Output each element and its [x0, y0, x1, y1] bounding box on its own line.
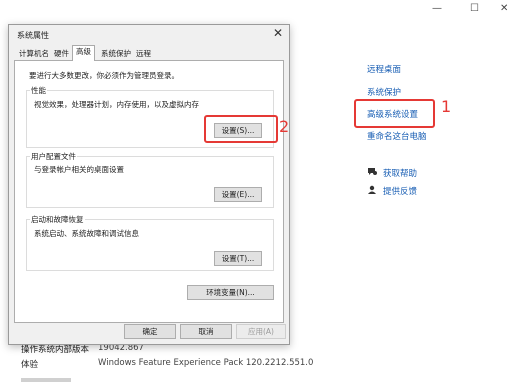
environment-variables-button[interactable]: 环境变量(N)...: [187, 285, 274, 300]
tab-system-protection[interactable]: 系统保护: [98, 48, 134, 60]
help-chat-icon: [367, 167, 378, 180]
ok-button[interactable]: 确定: [124, 324, 176, 339]
tab-hardware[interactable]: 硬件: [51, 48, 72, 60]
highlight-box-advanced-settings: [354, 99, 435, 128]
maximize-button[interactable]: ☐: [470, 3, 479, 14]
performance-title: 性能: [30, 85, 47, 96]
feedback-icon: [367, 185, 377, 198]
experience-label: 体验: [21, 360, 39, 370]
close-window-button[interactable]: ✕: [500, 3, 508, 14]
tab-computer-name[interactable]: 计算机名: [16, 48, 52, 60]
scroll-button-stub: [21, 378, 71, 382]
system-properties-dialog: 系统属性 ✕ 计算机名 硬件 高级 系统保护 远程 要进行大多数更改，你必须作为…: [8, 24, 290, 345]
link-system-protection[interactable]: 系统保护: [367, 86, 401, 98]
user-profiles-settings-button[interactable]: 设置(E)...: [214, 187, 262, 202]
annotation-marker-1: 1: [441, 97, 452, 116]
admin-note: 要进行大多数更改，你必须作为管理员登录。: [29, 71, 179, 80]
startup-recovery-settings-button[interactable]: 设置(T)...: [214, 251, 262, 266]
link-remote-desktop[interactable]: 远程桌面: [367, 63, 401, 75]
user-profiles-desc: 与登录帐户相关的桌面设置: [34, 165, 124, 174]
experience-value: Windows Feature Experience Pack 120.2212…: [98, 358, 314, 368]
startup-recovery-desc: 系统启动、系统故障和调试信息: [34, 229, 139, 238]
minimize-button[interactable]: —: [432, 3, 442, 14]
cancel-button[interactable]: 取消: [180, 324, 232, 339]
link-get-help[interactable]: 获取帮助: [383, 167, 417, 179]
tab-advanced[interactable]: 高级: [72, 45, 95, 61]
dialog-close-button[interactable]: ✕: [273, 26, 283, 40]
link-give-feedback[interactable]: 提供反馈: [383, 185, 417, 197]
advanced-tab-panel: 要进行大多数更改，你必须作为管理员登录。 性能 视觉效果，处理器计划，内存使用，…: [14, 60, 284, 323]
highlight-box-performance-settings: [204, 115, 278, 143]
annotation-marker-2: 2: [279, 117, 290, 136]
link-rename-pc[interactable]: 重命名这台电脑: [367, 130, 427, 142]
tab-remote[interactable]: 远程: [133, 48, 154, 60]
startup-recovery-title: 启动和故障恢复: [30, 214, 85, 225]
apply-button[interactable]: 应用(A): [236, 324, 286, 339]
performance-desc: 视觉效果，处理器计划，内存使用，以及虚拟内存: [34, 100, 199, 109]
user-profiles-title: 用户配置文件: [30, 151, 77, 162]
dialog-title: 系统属性: [17, 31, 49, 40]
